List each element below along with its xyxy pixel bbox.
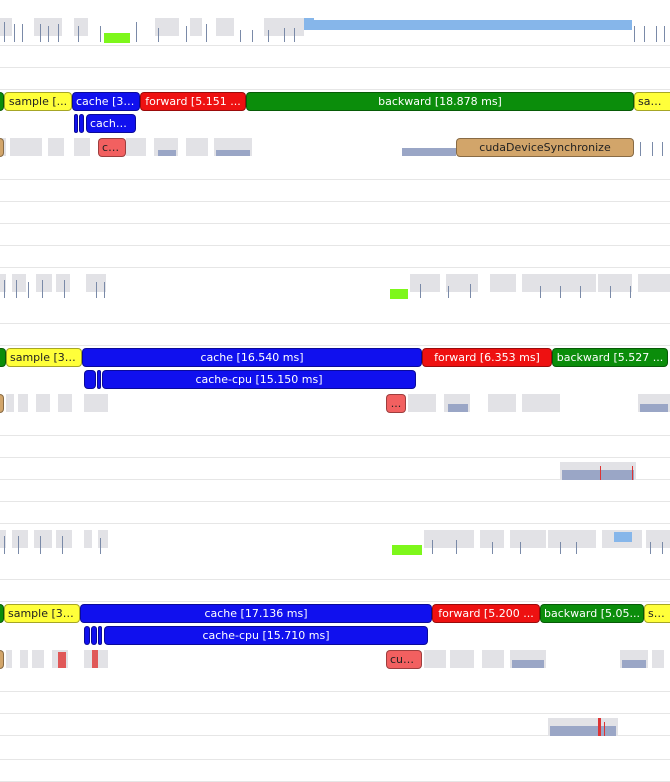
timeline-row	[0, 436, 670, 458]
timeline-row	[0, 692, 670, 714]
timeline-row	[0, 480, 670, 502]
gpu-stream-lane	[0, 462, 670, 482]
sample-span[interactable]: sample [3....	[4, 604, 80, 623]
timeline-row	[0, 202, 670, 224]
timeline-row	[0, 246, 670, 268]
gpu-stream-lane	[0, 718, 670, 738]
timeline-row	[0, 738, 670, 760]
timeline-row	[0, 302, 670, 324]
timeline-row	[0, 68, 670, 90]
cache-cpu-span[interactable]: cache-cpu [15.150 ms]	[102, 370, 416, 389]
backward-span[interactable]: backward [5.527 ...	[552, 348, 668, 367]
cache-cpu-span[interactable]: cache-cpu [15.710 ms]	[104, 626, 428, 645]
timeline-row	[0, 224, 670, 246]
timeline-row	[0, 580, 670, 602]
timeline-row	[0, 670, 670, 692]
sync-span-prev[interactable]	[0, 650, 4, 669]
kernel-launch-span[interactable]: cud...	[386, 650, 422, 669]
sync-span-prev[interactable]	[0, 394, 4, 413]
forward-span[interactable]: forward [6.353 ms]	[422, 348, 552, 367]
kernel-marker[interactable]	[392, 545, 422, 555]
timeline-row	[0, 324, 670, 346]
cache-cpu-subspan[interactable]	[74, 114, 78, 133]
timeline-row	[0, 46, 670, 68]
cuda-api-lane	[0, 648, 670, 670]
timeline-row	[0, 558, 670, 580]
timeline-row	[0, 158, 670, 180]
gpu-activity-lane	[0, 274, 670, 300]
sample-span[interactable]: sample [3....	[6, 348, 82, 367]
cache-span[interactable]: cache [17.136 ms]	[80, 604, 432, 623]
gpu-activity-lane	[0, 530, 670, 556]
cache-cpu-span[interactable]: cache...	[86, 114, 136, 133]
sample-span-next[interactable]: sampl	[634, 92, 670, 111]
cache-span[interactable]: cache [3....	[72, 92, 140, 111]
gpu-activity-lane	[0, 18, 670, 44]
cache-cpu-subspan[interactable]	[97, 370, 101, 389]
cache-cpu-subspan[interactable]	[98, 626, 102, 645]
kernel-launch-span[interactable]: cu...	[98, 138, 126, 157]
timeline-row	[0, 414, 670, 436]
timeline-row	[0, 502, 670, 524]
kernel-launch-span[interactable]: ...	[386, 394, 406, 413]
forward-span[interactable]: forward [5.151 ...	[140, 92, 246, 111]
backward-span[interactable]: backward [18.878 ms]	[246, 92, 634, 111]
sample-span[interactable]: sample [...	[4, 92, 72, 111]
sample-span-next[interactable]: sam	[644, 604, 670, 623]
cache-cpu-subspan[interactable]	[84, 370, 96, 389]
kernel-marker[interactable]	[390, 289, 408, 299]
timeline-row	[0, 180, 670, 202]
cuda-device-synchronize-span[interactable]: cudaDeviceSynchronize	[456, 138, 634, 157]
timeline-row	[0, 760, 670, 782]
kernel-marker[interactable]	[104, 33, 130, 43]
cache-cpu-subspan[interactable]	[91, 626, 97, 645]
forward-span[interactable]: forward [5.200 ...	[432, 604, 540, 623]
cache-cpu-subspan[interactable]	[84, 626, 90, 645]
cache-cpu-subspan[interactable]	[79, 114, 84, 133]
cache-span[interactable]: cache [16.540 ms]	[82, 348, 422, 367]
cuda-api-lane	[0, 392, 670, 414]
backward-span[interactable]: backward [5.05...	[540, 604, 644, 623]
sync-span-prev[interactable]	[0, 138, 4, 157]
